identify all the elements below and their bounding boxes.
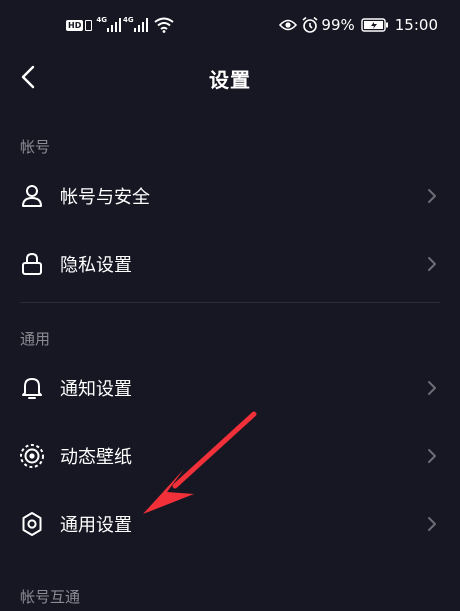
status-bar: HD 4G 4G 99% 15:00 <box>0 0 460 50</box>
row-label: 帐号与安全 <box>60 187 150 208</box>
page-title: 设置 <box>209 68 251 92</box>
section-divider <box>20 302 440 303</box>
lock-icon <box>22 252 42 275</box>
battery-percent: 99% <box>321 16 355 34</box>
chevron-right-icon <box>428 257 436 271</box>
header: 设置 <box>0 50 460 106</box>
row-label: 通用设置 <box>60 515 132 536</box>
section-label-general: 通用 <box>20 330 51 348</box>
chevron-right-icon <box>428 189 436 203</box>
clock: 15:00 <box>394 16 438 34</box>
status-right: 99% 15:00 <box>279 13 438 37</box>
alarm-icon <box>302 16 318 33</box>
status-left: HD 4G 4G <box>66 14 174 36</box>
bell-icon <box>22 378 42 399</box>
gear-icon <box>22 512 42 536</box>
row-live-wallpaper[interactable]: 动态壁纸 <box>0 426 460 486</box>
row-notification-settings[interactable]: 通知设置 <box>0 358 460 418</box>
hd-badge: HD <box>66 19 84 31</box>
signal-icon <box>106 18 121 32</box>
wifi-icon <box>153 17 174 33</box>
signal-icon-2 <box>133 18 148 32</box>
row-label: 通知设置 <box>60 379 132 400</box>
network-type-label-2: 4G <box>122 16 134 24</box>
chevron-right-icon <box>428 449 436 463</box>
row-privacy-settings[interactable]: 隐私设置 <box>0 234 460 294</box>
user-icon <box>22 185 42 207</box>
eye-icon <box>279 19 298 31</box>
hd-voice-icon <box>85 19 93 31</box>
section-label-account-interop: 帐号互通 <box>20 588 81 606</box>
chevron-right-icon <box>428 381 436 395</box>
row-general-settings[interactable]: 通用设置 <box>0 494 460 554</box>
row-label: 动态壁纸 <box>60 447 132 468</box>
row-label: 隐私设置 <box>60 255 132 276</box>
network-type-label: 4G <box>96 16 107 24</box>
row-account-security[interactable]: 帐号与安全 <box>0 166 460 226</box>
section-label-account: 帐号 <box>20 138 51 156</box>
live-wallpaper-icon <box>20 444 44 468</box>
chevron-right-icon <box>428 517 436 531</box>
battery-icon <box>361 18 388 32</box>
